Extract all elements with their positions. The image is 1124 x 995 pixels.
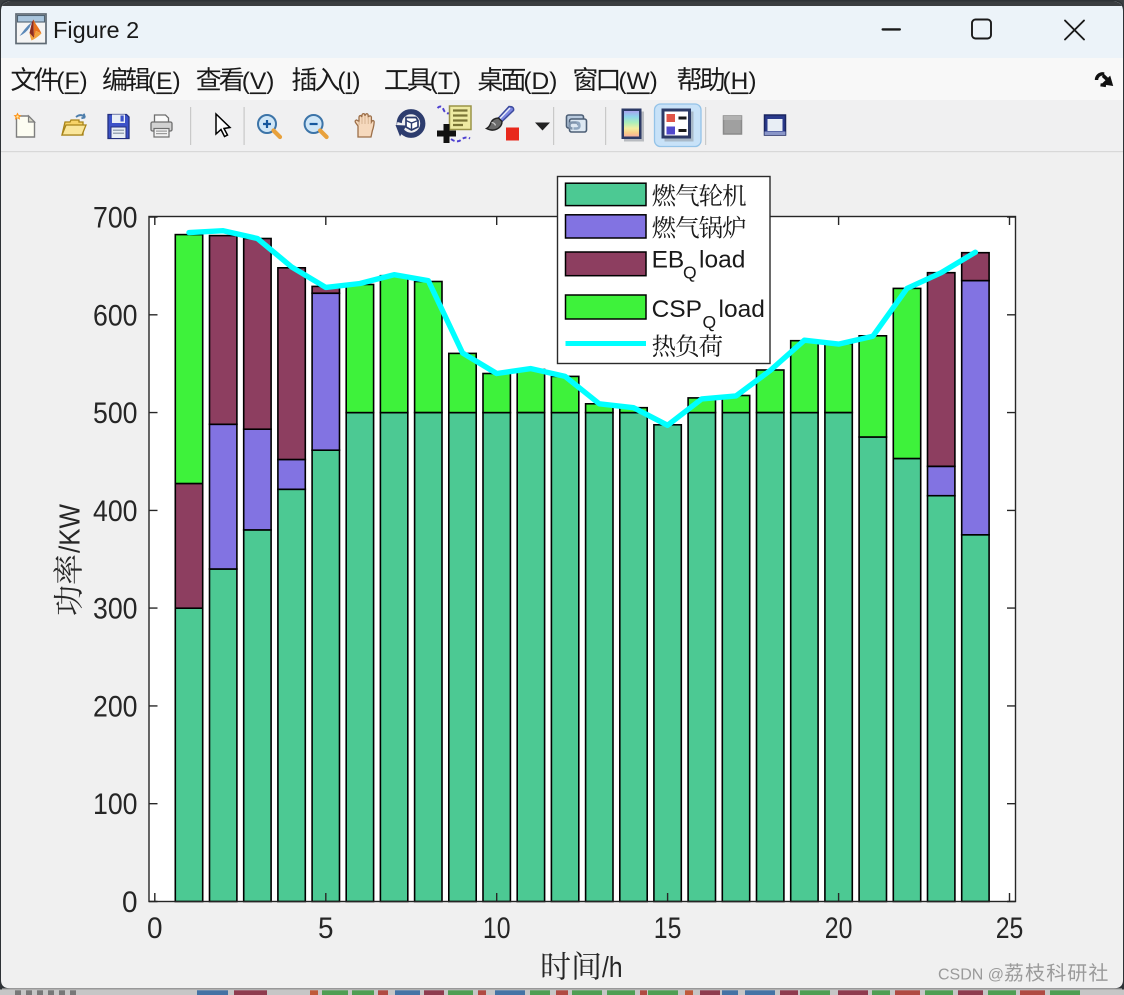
svg-text:(D): (D) xyxy=(523,68,557,95)
svg-text:10: 10 xyxy=(483,912,511,945)
svg-text:0: 0 xyxy=(147,912,163,945)
svg-text:200: 200 xyxy=(93,690,138,723)
svg-text:(T): (T) xyxy=(430,68,461,95)
svg-text:15: 15 xyxy=(654,912,682,945)
svg-text:0: 0 xyxy=(122,886,138,919)
svg-text:400: 400 xyxy=(93,495,138,528)
svg-text:25: 25 xyxy=(996,912,1024,945)
svg-text:Figure 2: Figure 2 xyxy=(53,17,139,43)
svg-text:CSDN @: CSDN @ xyxy=(938,967,1004,984)
svg-text:(V): (V) xyxy=(242,68,275,95)
svg-text:20: 20 xyxy=(825,912,853,945)
svg-text:500: 500 xyxy=(93,397,138,430)
svg-text:EB: EB xyxy=(652,247,685,274)
svg-text:/h: /h xyxy=(602,952,623,984)
svg-text:Q: Q xyxy=(703,312,717,332)
svg-text:(I): (I) xyxy=(337,68,360,95)
svg-text:(F): (F) xyxy=(56,68,87,95)
svg-text:(E): (E) xyxy=(148,68,181,95)
svg-text:(H): (H) xyxy=(723,68,757,95)
svg-text:/KW: /KW xyxy=(55,503,87,553)
svg-text:100: 100 xyxy=(93,788,138,821)
svg-text:700: 700 xyxy=(93,202,138,235)
svg-text:load: load xyxy=(719,296,765,323)
svg-text:CSP: CSP xyxy=(652,296,702,323)
svg-text:(W): (W) xyxy=(618,68,657,95)
svg-text:Q: Q xyxy=(683,263,697,283)
svg-text:load: load xyxy=(699,247,745,274)
svg-text:5: 5 xyxy=(318,912,334,945)
svg-text:600: 600 xyxy=(93,299,138,332)
svg-text:300: 300 xyxy=(93,593,138,626)
